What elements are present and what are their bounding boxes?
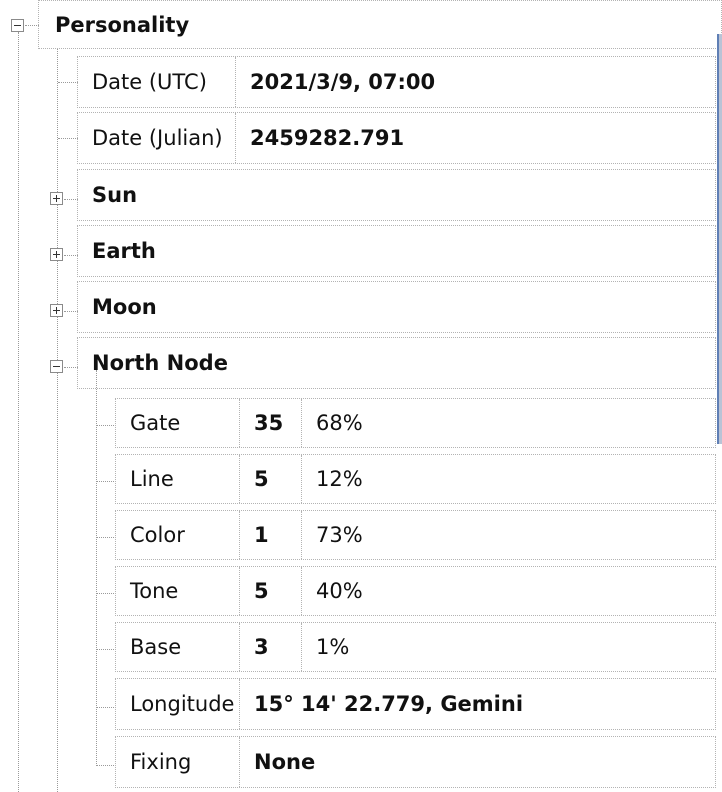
property-value: 15° 14' 22.779, Gemini bbox=[254, 692, 524, 716]
connector-moon bbox=[64, 311, 78, 312]
minus-box-icon bbox=[53, 366, 60, 367]
property-label: Date (UTC) bbox=[78, 57, 236, 107]
plus-box-icon-vertical bbox=[56, 307, 57, 314]
property-percent: 73% bbox=[316, 523, 363, 547]
property-row-fixing[interactable]: Fixing None bbox=[115, 736, 716, 788]
property-row-date-utc[interactable]: Date (UTC) 2021/3/9, 07:00 bbox=[77, 56, 716, 108]
property-label: Date (Julian) bbox=[78, 113, 236, 163]
minus-box-icon bbox=[14, 25, 21, 26]
property-value: None bbox=[254, 750, 316, 774]
connector-root bbox=[25, 25, 39, 26]
plus-box-icon-vertical bbox=[56, 195, 57, 202]
expand-sun-toggle[interactable] bbox=[50, 192, 63, 205]
property-percent: 12% bbox=[316, 467, 363, 491]
expand-earth-toggle[interactable] bbox=[50, 248, 63, 261]
property-row-gate[interactable]: Gate 35 68% bbox=[115, 398, 716, 448]
tree-guide-level1 bbox=[57, 48, 58, 792]
property-row-date-julian[interactable]: Date (Julian) 2459282.791 bbox=[77, 112, 716, 164]
property-value: 2459282.791 bbox=[250, 126, 405, 150]
tree-guide-root bbox=[18, 32, 19, 792]
collapse-north-node-toggle[interactable] bbox=[50, 360, 63, 373]
tree-node-north-node[interactable]: North Node bbox=[77, 337, 716, 389]
property-value: 2021/3/9, 07:00 bbox=[250, 70, 436, 94]
node-label-personality: Personality bbox=[55, 12, 190, 37]
property-label: Tone bbox=[116, 567, 240, 615]
property-percent: 1% bbox=[316, 635, 350, 659]
node-label-earth: Earth bbox=[92, 239, 156, 263]
property-label: Longitude bbox=[116, 679, 240, 729]
property-value: 1 bbox=[240, 511, 302, 559]
property-row-base[interactable]: Base 3 1% bbox=[115, 622, 716, 672]
tree-node-sun[interactable]: Sun bbox=[77, 169, 716, 221]
property-row-tone[interactable]: Tone 5 40% bbox=[115, 566, 716, 616]
plus-box-icon-vertical bbox=[56, 251, 57, 258]
property-row-line[interactable]: Line 5 12% bbox=[115, 454, 716, 504]
tree-node-personality[interactable]: Personality bbox=[38, 0, 722, 49]
connector-north-node bbox=[64, 367, 78, 368]
property-label: Color bbox=[116, 511, 240, 559]
property-percent: 40% bbox=[316, 579, 363, 603]
property-value: 5 bbox=[240, 455, 302, 503]
connector-color bbox=[97, 537, 116, 538]
connector-earth bbox=[64, 255, 78, 256]
property-label: Line bbox=[116, 455, 240, 503]
property-value: 5 bbox=[240, 567, 302, 615]
property-label: Gate bbox=[116, 399, 240, 447]
collapse-personality-toggle[interactable] bbox=[11, 19, 24, 32]
property-label: Base bbox=[116, 623, 240, 671]
node-label-north-node: North Node bbox=[92, 351, 228, 375]
tree-node-moon[interactable]: Moon bbox=[77, 281, 716, 333]
expand-moon-toggle[interactable] bbox=[50, 304, 63, 317]
connector-line bbox=[97, 481, 116, 482]
connector-date-julian bbox=[58, 138, 78, 139]
connector-base bbox=[97, 649, 116, 650]
property-value: 35 bbox=[240, 399, 302, 447]
property-value: 3 bbox=[240, 623, 302, 671]
connector-gate bbox=[97, 425, 116, 426]
connector-fixing bbox=[97, 765, 116, 766]
connector-longitude bbox=[97, 707, 116, 708]
connector-tone bbox=[97, 593, 116, 594]
connector-date-utc bbox=[58, 82, 78, 83]
tree-node-earth[interactable]: Earth bbox=[77, 225, 716, 277]
property-percent: 68% bbox=[316, 411, 363, 435]
connector-sun bbox=[64, 199, 78, 200]
property-row-color[interactable]: Color 1 73% bbox=[115, 510, 716, 560]
property-row-longitude[interactable]: Longitude 15° 14' 22.779, Gemini bbox=[115, 678, 716, 730]
node-label-moon: Moon bbox=[92, 295, 157, 319]
property-label: Fixing bbox=[116, 737, 240, 787]
node-label-sun: Sun bbox=[92, 183, 138, 207]
scrollbar-edge[interactable] bbox=[717, 34, 722, 444]
